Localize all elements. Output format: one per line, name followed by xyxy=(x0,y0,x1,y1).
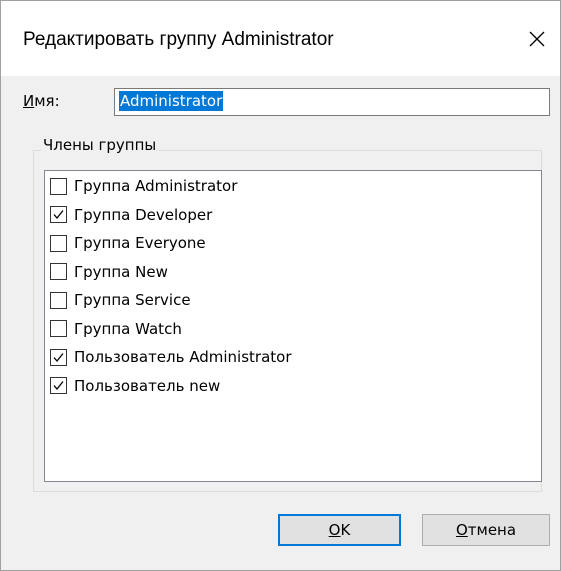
member-item[interactable]: Пользователь Administrator xyxy=(50,345,292,369)
cancel-button-accesskey: О xyxy=(455,521,468,539)
ok-button-label-rest: K xyxy=(340,521,351,539)
dialog-body: Имя: Administrator Члены группы Группа A… xyxy=(0,76,561,571)
name-label-accesskey: И xyxy=(23,92,35,110)
member-item-label: Пользователь new xyxy=(74,376,221,395)
member-item[interactable]: Группа Administrator xyxy=(50,174,237,198)
member-item[interactable]: Группа Developer xyxy=(50,203,212,227)
member-checkbox[interactable] xyxy=(50,263,67,280)
member-item[interactable]: Группа New xyxy=(50,260,168,284)
name-input[interactable]: Administrator xyxy=(114,88,550,116)
member-checkbox[interactable] xyxy=(50,320,67,337)
member-item-label: Группа Everyone xyxy=(74,234,206,252)
member-item[interactable]: Пользователь new xyxy=(50,374,220,398)
member-checkbox[interactable] xyxy=(50,206,67,223)
dialog-title: Редактировать группу Administrator xyxy=(23,29,334,50)
ok-button-accesskey: O xyxy=(328,521,341,539)
cancel-button-label-rest: тмена xyxy=(467,521,517,539)
member-item-label: Группа Service xyxy=(74,291,191,309)
member-checkbox[interactable] xyxy=(50,348,67,366)
members-listbox[interactable]: Группа Administrator Группа Developer Груп… xyxy=(44,170,542,482)
member-item-label: Группа New xyxy=(74,262,168,281)
member-item-label: Группа Administrator xyxy=(74,177,238,195)
members-groupbox-legend: Члены группы xyxy=(41,136,159,154)
member-checkbox[interactable] xyxy=(50,234,67,252)
ok-button[interactable]: OK xyxy=(278,514,401,546)
member-item-label: Группа Developer xyxy=(74,205,213,224)
checkmark-icon xyxy=(53,352,64,362)
member-checkbox[interactable] xyxy=(50,291,67,309)
member-item-label: Пользователь Administrator xyxy=(74,348,292,366)
member-checkbox[interactable] xyxy=(50,377,67,394)
name-label: Имя: xyxy=(23,92,60,110)
close-button[interactable] xyxy=(514,1,560,77)
name-input-value: Administrator xyxy=(119,91,224,111)
name-label-rest: мя: xyxy=(34,92,60,110)
member-item-label: Группа Watch xyxy=(74,319,182,338)
member-item[interactable]: Группа Watch xyxy=(50,317,182,341)
member-item[interactable]: Группа Service xyxy=(50,288,191,312)
checkmark-icon xyxy=(53,210,64,220)
close-icon xyxy=(529,31,545,47)
member-item[interactable]: Группа Everyone xyxy=(50,231,206,255)
member-checkbox[interactable] xyxy=(50,177,67,195)
cancel-button[interactable]: Отмена xyxy=(422,514,550,546)
checkmark-icon xyxy=(53,381,64,391)
title-bar: Редактировать группу Administrator xyxy=(0,0,561,76)
